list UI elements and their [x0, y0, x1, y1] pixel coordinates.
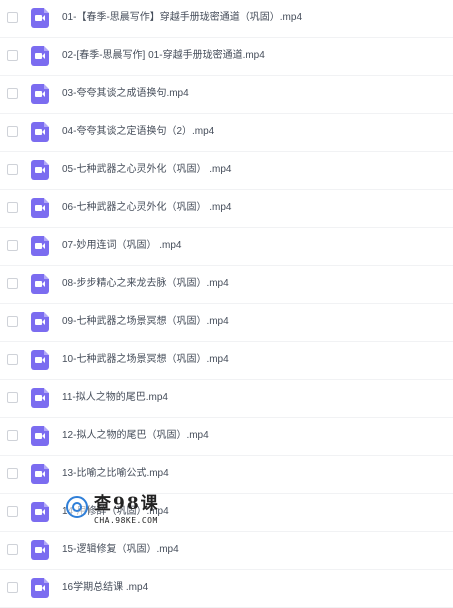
- file-row[interactable]: 07-妙用连词（巩固） .mp4: [0, 228, 453, 266]
- file-checkbox[interactable]: [7, 202, 18, 213]
- file-name[interactable]: 06-七种武器之心灵外化（巩固） .mp4: [62, 201, 231, 215]
- file-name[interactable]: 12-拟人之物的尾巴（巩固）.mp4: [62, 429, 209, 443]
- file-checkbox[interactable]: [7, 506, 18, 517]
- file-name[interactable]: 04-夸夸其谈之定语换句（2）.mp4: [62, 125, 214, 139]
- watermark: 查98课 CHA.98KE.COM: [66, 494, 186, 534]
- video-file-icon: [31, 312, 49, 332]
- video-file-icon: [31, 160, 49, 180]
- video-file-icon: [31, 426, 49, 446]
- file-row[interactable]: 06-七种武器之心灵外化（巩固） .mp4: [0, 190, 453, 228]
- file-checkbox[interactable]: [7, 164, 18, 175]
- file-checkbox[interactable]: [7, 278, 18, 289]
- watermark-title: 查98课: [94, 494, 160, 514]
- file-checkbox[interactable]: [7, 468, 18, 479]
- file-checkbox[interactable]: [7, 354, 18, 365]
- file-row[interactable]: 04-夸夸其谈之定语换句（2）.mp4: [0, 114, 453, 152]
- video-file-icon: [31, 502, 49, 522]
- watermark-logo-icon: [66, 496, 88, 518]
- file-checkbox[interactable]: [7, 88, 18, 99]
- file-name[interactable]: 01-【春季-思晨写作】穿越手册珑密通道（巩固）.mp4: [62, 11, 302, 25]
- file-row[interactable]: 16学期总结课 .mp4: [0, 570, 453, 608]
- file-name[interactable]: 10-七种武器之场景冥想（巩固）.mp4: [62, 353, 229, 367]
- video-file-icon: [31, 46, 49, 66]
- file-checkbox[interactable]: [7, 544, 18, 555]
- video-file-icon: [31, 236, 49, 256]
- file-name[interactable]: 07-妙用连词（巩固） .mp4: [62, 239, 181, 253]
- video-file-icon: [31, 198, 49, 218]
- file-row[interactable]: 08-步步精心之来龙去脉（巩固）.mp4: [0, 266, 453, 304]
- video-file-icon: [31, 8, 49, 28]
- file-name[interactable]: 11-拟人之物的尾巴.mp4: [62, 391, 168, 405]
- file-checkbox[interactable]: [7, 430, 18, 441]
- file-name[interactable]: 16学期总结课 .mp4: [62, 581, 148, 595]
- file-row[interactable]: 01-【春季-思晨写作】穿越手册珑密通道（巩固）.mp4: [0, 0, 453, 38]
- video-file-icon: [31, 350, 49, 370]
- file-checkbox[interactable]: [7, 392, 18, 403]
- file-row[interactable]: 13-比喻之比喻公式.mp4: [0, 456, 453, 494]
- file-row[interactable]: 03-夸夸其谈之成语换句.mp4: [0, 76, 453, 114]
- file-row[interactable]: 02-[春季-思晨写作] 01-穿越手册珑密通道.mp4: [0, 38, 453, 76]
- file-checkbox[interactable]: [7, 582, 18, 593]
- file-row[interactable]: 09-七种武器之场景冥想（巩固）.mp4: [0, 304, 453, 342]
- video-file-icon: [31, 578, 49, 598]
- file-name[interactable]: 03-夸夸其谈之成语换句.mp4: [62, 87, 189, 101]
- file-name[interactable]: 08-步步精心之来龙去脉（巩固）.mp4: [62, 277, 229, 291]
- video-file-icon: [31, 274, 49, 294]
- file-checkbox[interactable]: [7, 240, 18, 251]
- file-name[interactable]: 02-[春季-思晨写作] 01-穿越手册珑密通道.mp4: [62, 49, 265, 63]
- file-row[interactable]: 05-七种武器之心灵外化（巩固） .mp4: [0, 152, 453, 190]
- file-name[interactable]: 15-逻辑修复（巩固）.mp4: [62, 543, 179, 557]
- file-checkbox[interactable]: [7, 50, 18, 61]
- file-row[interactable]: 10-七种武器之场景冥想（巩固）.mp4: [0, 342, 453, 380]
- file-row[interactable]: 12-拟人之物的尾巴（巩固）.mp4: [0, 418, 453, 456]
- file-checkbox[interactable]: [7, 12, 18, 23]
- video-file-icon: [31, 84, 49, 104]
- file-name[interactable]: 09-七种武器之场景冥想（巩固）.mp4: [62, 315, 229, 329]
- video-file-icon: [31, 388, 49, 408]
- file-name[interactable]: 05-七种武器之心灵外化（巩固） .mp4: [62, 163, 231, 177]
- video-file-icon: [31, 122, 49, 142]
- video-file-icon: [31, 540, 49, 560]
- video-file-icon: [31, 464, 49, 484]
- file-checkbox[interactable]: [7, 126, 18, 137]
- file-row[interactable]: 11-拟人之物的尾巴.mp4: [0, 380, 453, 418]
- file-name[interactable]: 13-比喻之比喻公式.mp4: [62, 467, 169, 481]
- watermark-url: CHA.98KE.COM: [94, 516, 158, 525]
- file-row[interactable]: 15-逻辑修复（巩固）.mp4: [0, 532, 453, 570]
- file-checkbox[interactable]: [7, 316, 18, 327]
